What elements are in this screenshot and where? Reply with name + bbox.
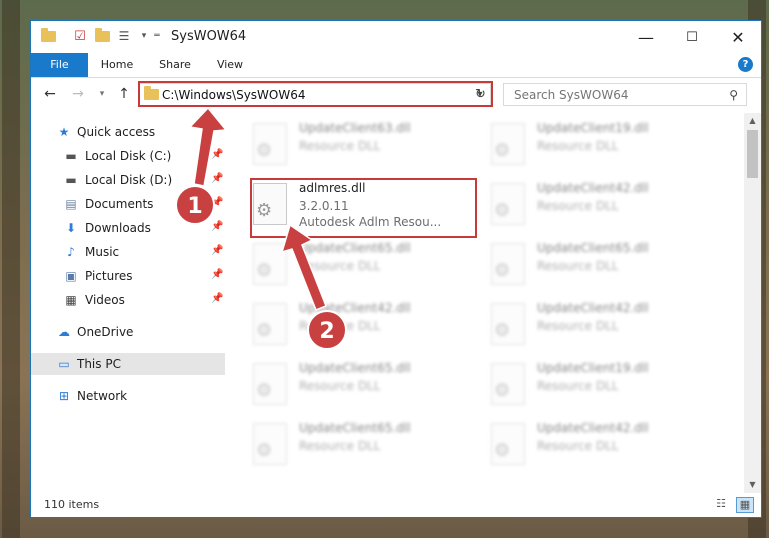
step-badge-2: 2 <box>307 310 347 350</box>
step-badge-1: 1 <box>175 185 215 225</box>
annotation-arrows <box>188 106 327 311</box>
arrow-1-shape <box>188 106 228 187</box>
arrow-2-shape <box>280 223 327 311</box>
